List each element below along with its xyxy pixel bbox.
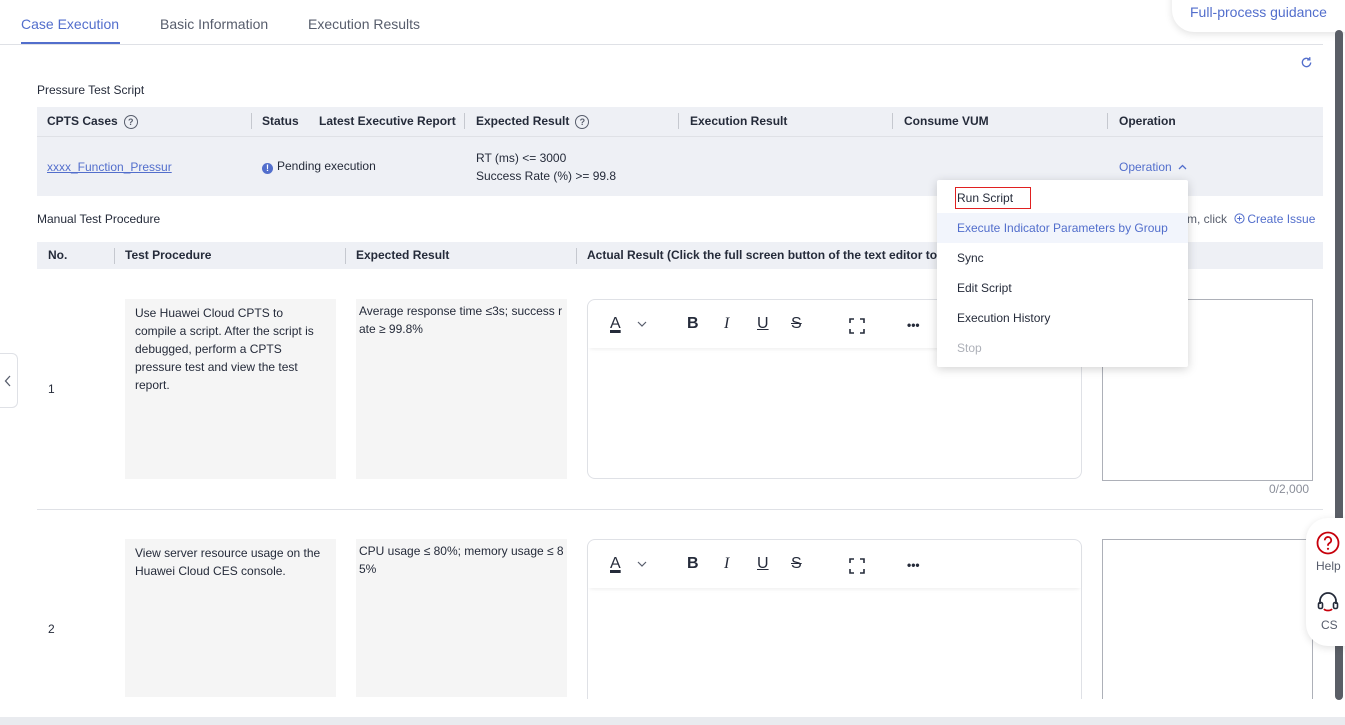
header-cpts-cases-label: CPTS Cases (47, 114, 118, 128)
full-process-guidance-button[interactable]: Full-process guidance (1172, 0, 1345, 32)
create-issue-button[interactable]: Create Issue (1230, 212, 1315, 226)
header-no: No. (48, 248, 68, 262)
tab-execution-results[interactable]: Execution Results (308, 16, 420, 32)
customer-service-icon[interactable] (1316, 590, 1340, 614)
operation-label: Operation (1119, 160, 1172, 174)
strikethrough-icon[interactable]: S (791, 315, 802, 333)
manual-test-procedure-title: Manual Test Procedure (37, 212, 161, 226)
italic-icon[interactable]: I (724, 555, 729, 573)
header-expected-result-manual: Expected Result (356, 248, 450, 262)
highlight-box (955, 187, 1031, 209)
header-cpts-cases: CPTS Cases? (47, 114, 138, 129)
tab-basic-information[interactable]: Basic Information (160, 16, 268, 32)
cpts-case-link[interactable]: xxxx_Function_Pressur (47, 160, 172, 174)
help-icon[interactable] (1316, 531, 1340, 555)
menu-item-execution-history[interactable]: Execution History (937, 303, 1188, 333)
cs-label[interactable]: CS (1321, 618, 1338, 632)
fullscreen-icon[interactable] (849, 558, 865, 574)
header-consume-vum: Consume VUM (904, 114, 989, 128)
refresh-icon[interactable] (1300, 56, 1313, 69)
fullscreen-icon[interactable] (849, 318, 865, 334)
create-issue-hint: m, click Create Issue (1187, 212, 1315, 226)
help-icon[interactable]: ? (575, 114, 590, 129)
column-separator (576, 248, 577, 264)
help-icon[interactable]: ? (123, 114, 138, 129)
strikethrough-icon[interactable]: S (791, 555, 802, 573)
column-separator (1107, 113, 1108, 129)
active-tab-indicator (21, 42, 120, 44)
menu-item-edit-script[interactable]: Edit Script (937, 273, 1188, 303)
character-counter: 0/2,000 (1269, 482, 1310, 496)
menu-item-execute-indicator-parameters[interactable]: Execute Indicator Parameters by Group (937, 213, 1188, 243)
header-status: Status (262, 114, 299, 128)
operation-dropdown-trigger[interactable]: Operation (1119, 160, 1187, 174)
status-badge: ! Pending execution (262, 159, 376, 174)
header-test-procedure: Test Procedure (125, 248, 212, 262)
remarks-textarea[interactable] (1102, 539, 1313, 699)
horizontal-scrollbar[interactable] (0, 717, 1345, 725)
bold-icon[interactable]: B (687, 315, 699, 333)
column-separator (892, 113, 893, 129)
chevron-down-icon[interactable] (637, 321, 647, 327)
font-color-icon[interactable]: A (610, 315, 621, 333)
chevron-down-icon[interactable] (637, 561, 647, 567)
sidebar-collapse-toggle[interactable] (0, 353, 18, 408)
pressure-test-script-title: Pressure Test Script (37, 83, 145, 97)
pressure-table-header: CPTS Cases? Status Latest Executive Repo… (37, 107, 1323, 136)
column-separator (678, 113, 679, 129)
underline-icon[interactable]: U (757, 555, 769, 573)
font-color-icon[interactable]: A (610, 555, 621, 573)
header-operation: Operation (1119, 114, 1176, 128)
row-number: 1 (48, 382, 55, 396)
help-panel: Help CS (1306, 518, 1345, 646)
header-expected-result: Expected Result? (476, 114, 590, 129)
expected-success-rate: Success Rate (%) >= 99.8 (476, 169, 617, 183)
menu-item-stop: Stop (957, 341, 982, 355)
chevron-left-icon (4, 375, 11, 387)
header-expected-result-label: Expected Result (476, 114, 570, 128)
bold-icon[interactable]: B (687, 555, 699, 573)
italic-icon[interactable]: I (724, 315, 729, 333)
column-separator (114, 248, 115, 264)
expected-rt: RT (ms) <= 3000 (476, 151, 567, 165)
expected-result-cell: CPU usage ≤ 80%; memory usage ≤ 85% (356, 539, 567, 697)
header-latest-report: Latest Executive Report (319, 114, 456, 128)
column-separator (251, 113, 252, 129)
more-icon[interactable]: ••• (907, 558, 920, 572)
column-separator (345, 248, 346, 264)
plus-circle-icon (1234, 213, 1245, 224)
header-actual-result: Actual Result (Click the full screen but… (587, 248, 938, 262)
column-separator (464, 113, 465, 129)
test-procedure-cell: Use Huawei Cloud CPTS to compile a scrip… (125, 299, 336, 479)
row-number: 2 (48, 622, 55, 636)
tab-case-execution[interactable]: Case Execution (21, 16, 119, 32)
more-icon[interactable]: ••• (907, 318, 920, 332)
tab-bar: Case Execution Basic Information Executi… (0, 0, 1323, 45)
info-icon: ! (262, 163, 273, 174)
status-text: Pending execution (277, 159, 376, 173)
menu-item-sync[interactable]: Sync (937, 243, 1188, 273)
row-divider (37, 509, 1323, 510)
expected-result-cell: Average response time ≤3s; success rate … (356, 299, 567, 479)
editor-toolbar: A B I U S ••• (588, 540, 1081, 588)
help-label[interactable]: Help (1316, 559, 1341, 573)
header-execution-result: Execution Result (690, 114, 788, 128)
actual-result-editor[interactable]: A B I U S ••• (587, 539, 1082, 699)
create-issue-label: Create Issue (1247, 212, 1316, 226)
chevron-up-icon (1178, 164, 1187, 170)
underline-icon[interactable]: U (757, 315, 769, 333)
test-procedure-cell: View server resource usage on the Huawei… (125, 539, 336, 697)
create-issue-prefix: m, click (1187, 212, 1227, 226)
